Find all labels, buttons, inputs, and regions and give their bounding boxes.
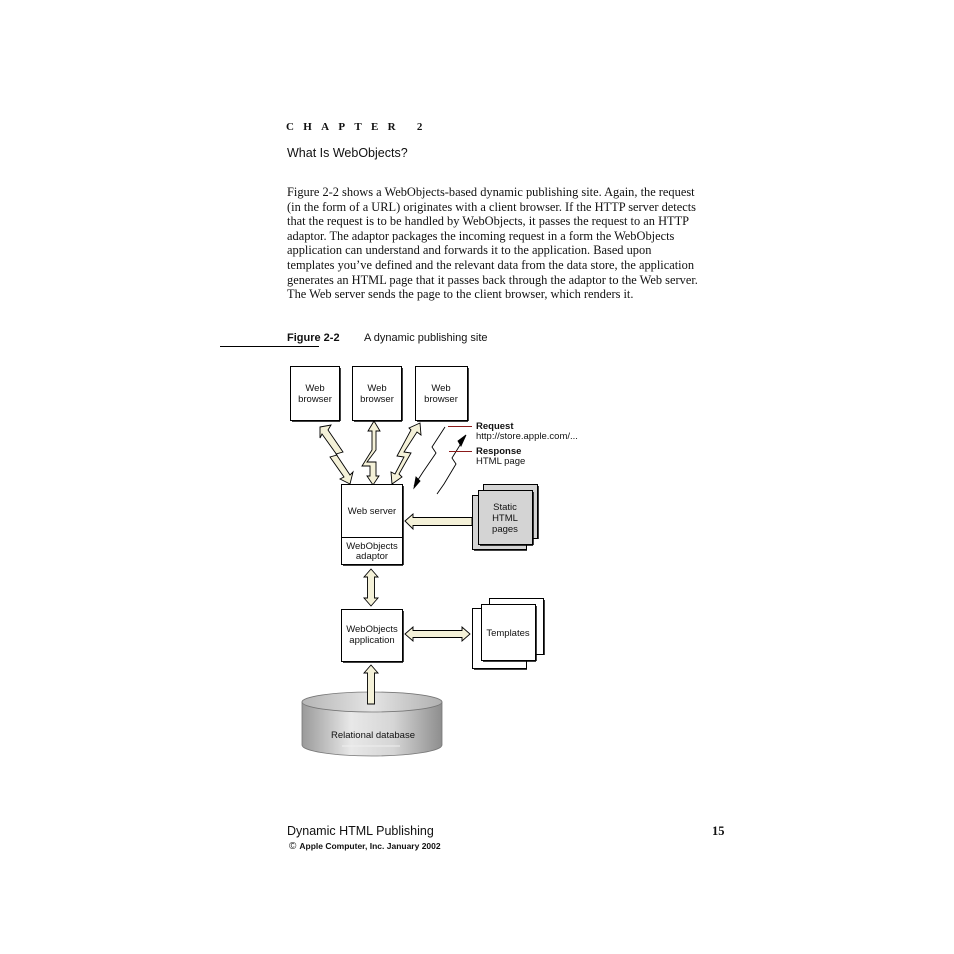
browser-label: Web bbox=[431, 383, 450, 394]
lightning-arrow-icon bbox=[319, 424, 354, 485]
static-pages-label: pages bbox=[492, 524, 518, 535]
copyright-notice: © Apple Computer, Inc. January 2002 bbox=[289, 841, 441, 852]
request-legend-detail: http://store.apple.com/... bbox=[476, 431, 578, 442]
static-pages-label: HTML bbox=[492, 513, 518, 524]
web-server-label: Web server bbox=[348, 506, 396, 517]
static-html-pages: Static HTML pages bbox=[472, 484, 539, 551]
left-arrow-icon bbox=[404, 513, 473, 531]
publishing-diagram: Web browser Web browser Web browser Requ… bbox=[290, 366, 578, 757]
browser-label: Web bbox=[367, 383, 386, 394]
web-server-box: Web server WebObjects adaptor bbox=[341, 484, 404, 566]
web-browser-box: Web browser bbox=[352, 366, 403, 422]
templates-label: Templates bbox=[486, 628, 530, 639]
horizontal-double-arrow-icon bbox=[404, 626, 471, 642]
copyright-icon: © bbox=[289, 841, 297, 852]
request-response-lines bbox=[413, 426, 467, 495]
application-label: WebObjects bbox=[346, 624, 398, 635]
browser-label: browser bbox=[298, 394, 332, 405]
browser-label: browser bbox=[360, 394, 394, 405]
web-browser-box: Web browser bbox=[415, 366, 469, 422]
static-pages-label: Static bbox=[493, 502, 517, 513]
lightning-arrow-icon bbox=[361, 420, 381, 486]
templates-stack: Templates bbox=[472, 598, 545, 670]
browser-label: Web bbox=[305, 383, 324, 394]
vertical-double-arrow-icon bbox=[363, 568, 379, 607]
arrowhead-icon bbox=[457, 434, 467, 447]
lightning-arrow-icon bbox=[390, 422, 422, 485]
response-legend-detail: HTML page bbox=[476, 456, 525, 467]
footer-title: Dynamic HTML Publishing bbox=[287, 824, 434, 838]
page-number: 15 bbox=[712, 824, 725, 838]
copyright-text: Apple Computer, Inc. January 2002 bbox=[299, 841, 441, 851]
browser-label: browser bbox=[424, 394, 458, 405]
web-browser-box: Web browser bbox=[290, 366, 341, 422]
database-label: Relational database bbox=[331, 730, 415, 741]
webobjects-application-box: WebObjects application bbox=[341, 609, 404, 663]
application-label: application bbox=[349, 635, 394, 646]
adaptor-label: adaptor bbox=[356, 551, 388, 562]
